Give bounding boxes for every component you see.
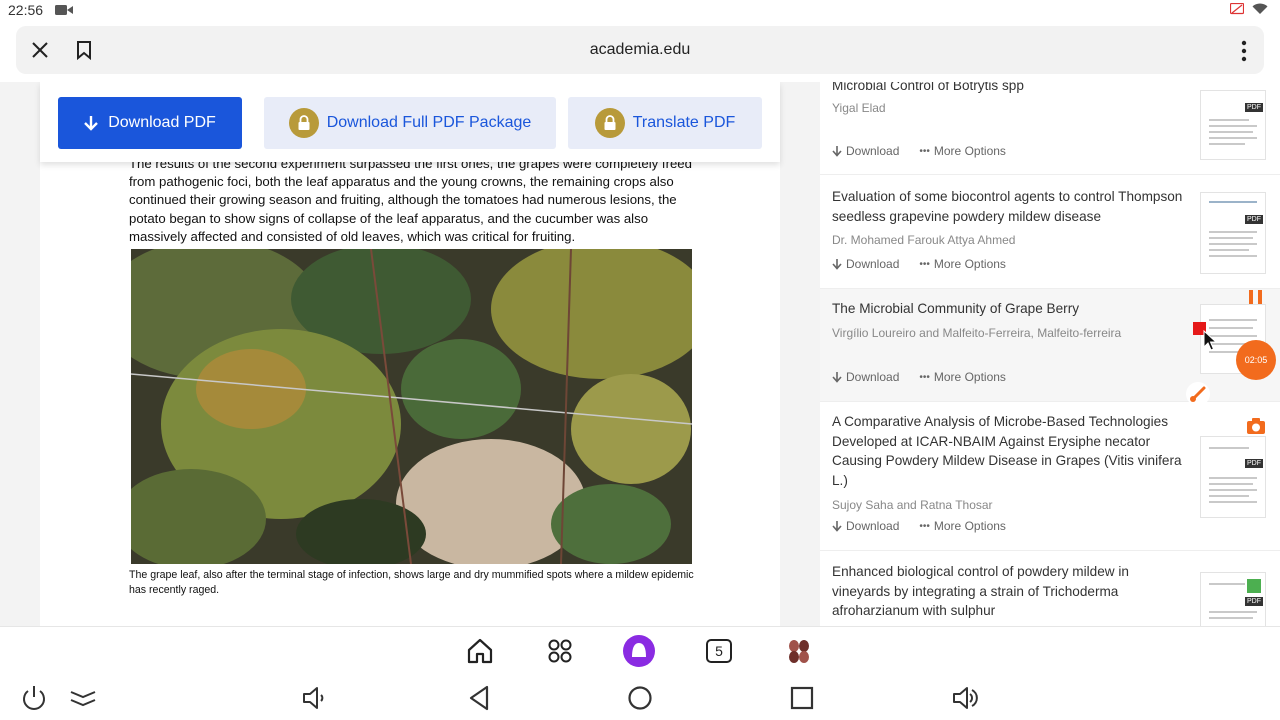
download-link[interactable]: Download [832,144,899,158]
recording-timer[interactable]: 02:05 [1236,340,1276,380]
translate-pdf-label: Translate PDF [632,114,736,131]
assistant-icon[interactable] [622,634,656,668]
apps-grid-icon[interactable] [546,637,574,665]
download-arrow-icon [832,520,842,532]
status-icons [1230,3,1268,15]
more-options-link[interactable]: ••• More Options [919,370,1006,384]
bookmark-icon[interactable] [74,40,94,60]
paper-thumbnail[interactable]: PDF [1200,90,1266,160]
download-full-package-label: Download Full PDF Package [326,114,532,131]
related-paper-author[interactable]: Yigal Elad [832,101,886,115]
more-dots-icon: ••• [919,371,930,383]
power-icon[interactable] [20,684,48,712]
cast-icon [1230,3,1244,15]
mouse-cursor-icon [1203,330,1217,351]
more-options-link[interactable]: ••• More Options [919,144,1006,158]
system-navigation-bar [0,674,1280,720]
app-dock: 5 [0,626,1280,674]
action-bar: Download PDF Download Full PDF Package T… [40,82,780,162]
document-viewer[interactable]: Download PDF Download Full PDF Package T… [0,82,820,626]
document-paragraph: The results of the second experiment sur… [129,156,692,244]
status-time: 22:56 [8,2,44,18]
related-paper-title[interactable]: Microbial Control of Botrytis spp [832,82,1187,96]
figure-caption: The grape leaf, also after the terminal … [129,569,694,596]
more-dots-icon: ••• [919,258,930,270]
pdf-badge: PDF [1245,459,1263,468]
status-bar: 22:56 [0,0,1280,22]
volume-down-icon[interactable] [300,684,328,712]
lock-icon [594,108,625,138]
more-dots-icon: ••• [919,145,930,157]
back-icon[interactable] [465,684,493,712]
lock-icon [288,108,319,138]
download-link[interactable]: Download [832,257,899,271]
related-papers-panel[interactable]: Microbial Control of Botrytis spp Yigal … [820,82,1280,626]
screenshot-camera-icon[interactable] [1246,416,1266,436]
download-arrow-icon [84,116,99,131]
paper-thumbnail[interactable]: PDF [1200,192,1266,274]
related-paper-actions: Download ••• More Options [832,257,1006,271]
home-nav-icon[interactable] [626,684,654,712]
pdf-badge: PDF [1245,597,1263,606]
download-pdf-button[interactable]: Download PDF [58,97,242,149]
home-icon[interactable] [466,637,494,665]
related-paper-author[interactable]: Sujoy Saha and Ratna Thosar [832,498,993,512]
collapse-icon[interactable] [69,684,97,712]
related-paper-actions: Download ••• More Options [832,144,1006,158]
video-camera-icon [55,5,73,15]
download-arrow-icon [832,258,842,270]
more-dots-icon: ••• [919,520,930,532]
volume-up-icon[interactable] [950,684,978,712]
related-paper-actions: Download ••• More Options [832,519,1006,533]
related-paper-title[interactable]: A Comparative Analysis of Microbe-Based … [832,412,1187,490]
grape-leaf-photo [131,249,692,564]
download-full-package-button[interactable]: Download Full PDF Package [264,97,556,149]
brush-icon[interactable] [1186,382,1210,406]
related-paper-author[interactable]: Dr. Mohamed Farouk Attya Ahmed [832,233,1015,247]
download-link[interactable]: Download [832,370,899,384]
wifi-icon [1252,3,1268,14]
related-paper-title[interactable]: The Microbial Community of Grape Berry [832,299,1187,319]
related-paper-author[interactable]: Virgílio Loureiro and Malfeito-Ferreira,… [832,326,1121,340]
download-arrow-icon [832,145,842,157]
more-vert-icon[interactable] [1240,40,1248,62]
translate-pdf-button[interactable]: Translate PDF [568,97,762,149]
download-arrow-icon [832,371,842,383]
url-display[interactable]: academia.edu [16,26,1264,74]
download-link[interactable]: Download [832,519,899,533]
pdf-badge: PDF [1245,103,1263,112]
pdf-badge: PDF [1245,215,1263,224]
paper-thumbnail[interactable]: PDF [1200,436,1266,518]
more-options-link[interactable]: ••• More Options [919,519,1006,533]
browser-toolbar: academia.edu [16,26,1264,74]
app-icon[interactable] [785,637,813,665]
tabs-count-button[interactable]: 5 [706,639,732,663]
related-paper-title[interactable]: Evaluation of some biocontrol agents to … [832,187,1187,226]
paper-thumbnail[interactable]: PDF [1200,572,1266,626]
download-pdf-label: Download PDF [108,114,216,131]
related-paper-title[interactable]: Enhanced biological control of powdery m… [832,562,1187,621]
more-options-link[interactable]: ••• More Options [919,257,1006,271]
related-paper-actions: Download ••• More Options [832,370,1006,384]
close-icon[interactable] [30,40,50,60]
pause-recording-icon[interactable] [1248,290,1264,304]
recents-icon[interactable] [788,684,816,712]
